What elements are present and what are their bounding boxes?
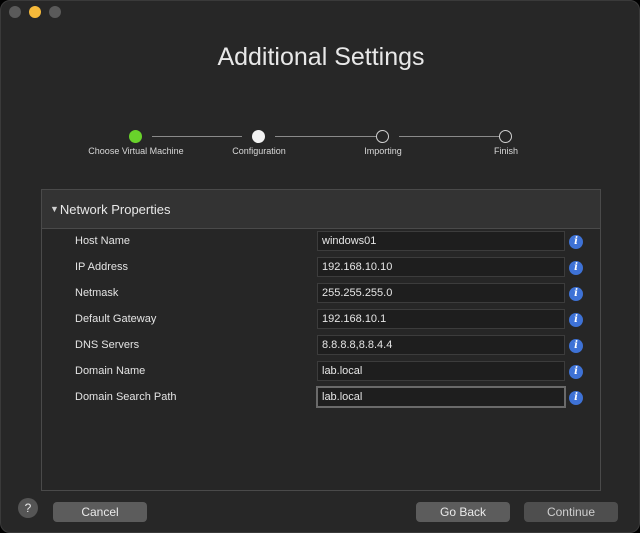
continue-button[interactable]: Continue [524, 502, 618, 522]
info-icon[interactable]: i [569, 391, 583, 405]
zoom-window-button[interactable] [49, 6, 61, 18]
window: Additional Settings Choose Virtual Machi… [0, 0, 640, 533]
network-properties-panel: ▼ Network Properties Host Name i IP Addr… [41, 189, 601, 491]
network-properties-header[interactable]: ▼ Network Properties [42, 190, 600, 229]
row-default-gateway: Default Gateway i [42, 309, 602, 331]
progress-stepper: Choose Virtual Machine Configuration Imp… [1, 129, 639, 173]
default-gateway-field[interactable] [317, 309, 565, 329]
traffic-lights [9, 6, 61, 18]
row-domain-name: Domain Name i [42, 361, 602, 383]
domain-name-label: Domain Name [75, 365, 146, 377]
step-label-importing: Importing [364, 146, 402, 156]
row-ip-address: IP Address i [42, 257, 602, 279]
dns-servers-label: DNS Servers [75, 339, 140, 351]
info-icon[interactable]: i [569, 313, 583, 327]
netmask-label: Netmask [75, 287, 119, 299]
netmask-field[interactable] [317, 283, 565, 303]
go-back-button[interactable]: Go Back [416, 502, 510, 522]
dns-servers-field[interactable] [317, 335, 565, 355]
minimize-window-button[interactable] [29, 6, 41, 18]
host-name-label: Host Name [75, 235, 131, 247]
page-title: Additional Settings [217, 43, 425, 71]
ip-address-field[interactable] [317, 257, 565, 277]
default-gateway-label: Default Gateway [75, 313, 157, 325]
step-connector [399, 136, 499, 137]
disclosure-triangle-icon[interactable]: ▼ [50, 204, 59, 214]
step-label-finish: Finish [493, 146, 518, 156]
info-icon[interactable]: i [569, 261, 583, 275]
domain-search-path-field[interactable] [316, 386, 566, 408]
row-domain-search-path: Domain Search Path i [42, 386, 602, 409]
step-connector [152, 136, 242, 137]
step-label-configuration: Configuration [232, 146, 286, 156]
info-icon[interactable]: i [569, 235, 583, 249]
row-dns-servers: DNS Servers i [42, 335, 602, 357]
row-host-name: Host Name i [42, 231, 602, 253]
step-dot-finish [499, 130, 512, 143]
domain-search-path-label: Domain Search Path [75, 391, 177, 403]
row-netmask: Netmask i [42, 283, 602, 305]
info-icon[interactable]: i [569, 365, 583, 379]
cancel-button[interactable]: Cancel [53, 502, 147, 522]
ip-address-label: IP Address [75, 261, 128, 273]
info-icon[interactable]: i [569, 339, 583, 353]
step-dot-importing [376, 130, 389, 143]
domain-name-field[interactable] [317, 361, 565, 381]
close-window-button[interactable] [9, 6, 21, 18]
step-dot-choose-vm [129, 130, 142, 143]
info-icon[interactable]: i [569, 287, 583, 301]
step-dot-configuration [252, 130, 265, 143]
help-button[interactable]: ? [18, 498, 38, 518]
step-connector [275, 136, 376, 137]
panel-header-label: Network Properties [59, 201, 171, 217]
step-label-choose-vm: Choose Virtual Machine [88, 146, 184, 156]
host-name-field[interactable] [317, 231, 565, 251]
